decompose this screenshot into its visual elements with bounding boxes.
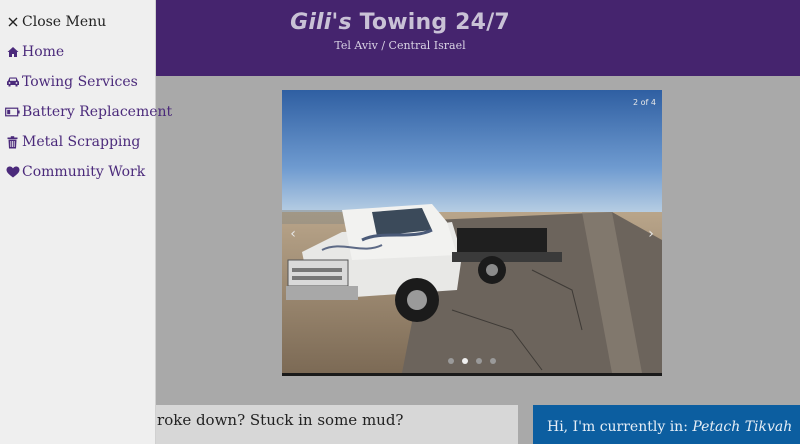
close-icon [5,15,20,29]
intro-text: Broke down? Stuck in some mud? [150,411,404,429]
slide-counter: 2 of 4 [633,98,656,107]
home-icon [5,45,20,59]
menu-item-metal-scrapping[interactable]: Metal Scrapping [0,127,155,157]
menu-item-battery-replacement[interactable]: Battery Replacement [0,97,172,127]
close-menu-label: Close Menu [22,14,107,30]
car-icon [5,75,20,89]
menu-item-label: Home [22,44,65,60]
location-panel: Hi, I'm currently in: Petach Tikvah [533,405,800,444]
next-slide-button[interactable]: › [644,226,658,242]
slide-dot-active[interactable] [462,358,468,364]
menu-item-label: Towing Services [22,74,138,90]
site-title-rest: Towing 24/7 [351,10,510,35]
close-menu-button[interactable]: Close Menu [0,7,155,37]
slide-dot[interactable] [490,358,496,364]
tow-truck-photo [282,90,662,373]
battery-icon [5,105,20,119]
heart-icon [5,165,20,179]
image-slider[interactable]: 2 of 4 ‹ › [282,90,662,376]
side-menu: Close Menu Home Towing Services Battery … [0,0,172,444]
site-title-name: Gili's [290,10,352,35]
menu-item-label: Community Work [22,164,146,180]
menu-item-home[interactable]: Home [0,37,155,67]
trash-icon [5,135,20,149]
slide-dots [282,358,662,364]
menu-item-label: Battery Replacement [22,104,173,120]
menu-item-towing-services[interactable]: Towing Services [0,67,155,97]
menu-item-community-work[interactable]: Community Work [0,157,155,187]
previous-slide-button[interactable]: ‹ [286,226,300,242]
location-city: Petach Tikvah [692,419,793,435]
location-prefix: Hi, I'm currently in: [547,419,693,435]
menu-item-label: Metal Scrapping [22,134,141,150]
slide-dot[interactable] [448,358,454,364]
intro-panel: Broke down? Stuck in some mud? [150,405,518,444]
slide-dot[interactable] [476,358,482,364]
